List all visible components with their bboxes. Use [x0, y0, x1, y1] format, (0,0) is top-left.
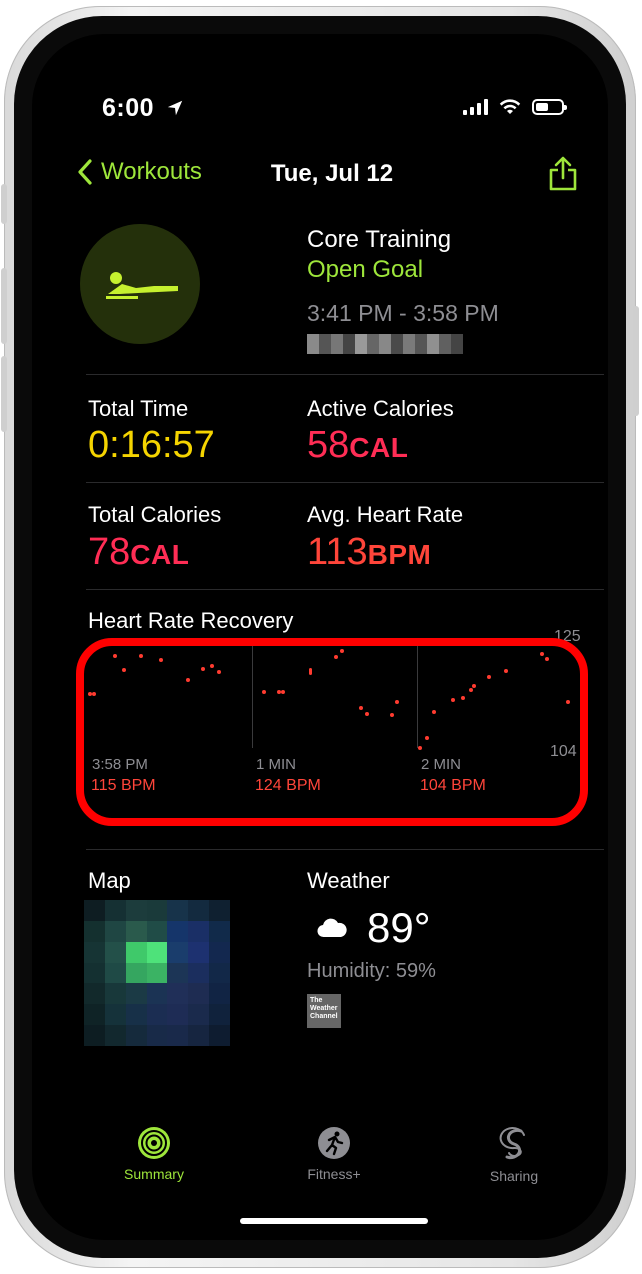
back-button-label: Workouts: [101, 158, 202, 185]
screen: 6:00 Workouts Tue, Jul 12 Core Training …: [32, 34, 608, 1240]
total-time-value: 0:16:57: [88, 424, 215, 466]
battery-level: [536, 103, 548, 111]
share-icon: [549, 156, 577, 191]
avg-heart-rate-number: 113: [307, 531, 368, 573]
redacted-location: [307, 334, 463, 354]
phone-frame: 6:00 Workouts Tue, Jul 12 Core Training …: [1, 6, 639, 1268]
cellular-signal-icon: [463, 99, 488, 115]
map-thumbnail[interactable]: [84, 900, 230, 1046]
location-arrow-icon: [167, 100, 182, 116]
avg-heart-rate-unit: BPM: [367, 539, 432, 570]
avg-heart-rate-value: 113BPM: [307, 531, 431, 574]
wifi-icon: [499, 99, 521, 114]
home-indicator[interactable]: [240, 1218, 428, 1224]
tab-sharing[interactable]: Sharing: [454, 1126, 574, 1184]
chevron-left-icon: [78, 159, 92, 185]
cloud-icon: [317, 918, 347, 938]
map-label: Map: [88, 868, 131, 893]
power-button: [633, 306, 639, 416]
active-calories-number: 58: [307, 424, 350, 466]
tab-fitness-plus[interactable]: Fitness+: [274, 1126, 394, 1182]
volume-up-button: [1, 268, 7, 344]
temperature: 89°: [367, 904, 431, 951]
workout-time-range: 3:41 PM - 3:58 PM: [307, 300, 499, 326]
activity-rings-icon: [138, 1127, 170, 1159]
tab-summary-label: Summary: [124, 1166, 184, 1182]
divider: [86, 374, 604, 375]
weather-channel-logo: The Weather Channel: [307, 994, 341, 1028]
divider: [86, 849, 604, 850]
active-calories-value: 58CAL: [307, 424, 408, 467]
divider: [86, 589, 604, 590]
status-icons: [463, 98, 567, 116]
total-calories-value: 78CAL: [88, 531, 189, 574]
runner-icon: [318, 1127, 350, 1159]
active-calories-label: Active Calories: [307, 396, 454, 421]
weather-label: Weather: [307, 868, 390, 893]
workout-goal: Open Goal: [307, 256, 424, 283]
page-title: Tue, Jul 12: [270, 160, 394, 187]
avg-heart-rate-label: Avg. Heart Rate: [307, 502, 464, 527]
status-time: 6:00: [102, 94, 184, 123]
workout-type-icon-badge: [80, 224, 200, 344]
workout-name: Core Training: [307, 226, 452, 253]
share-button[interactable]: [547, 156, 579, 197]
core-training-icon: [106, 272, 178, 299]
divider: [86, 482, 604, 483]
sharing-icon: [499, 1127, 525, 1159]
total-calories-label: Total Calories: [88, 502, 222, 527]
total-calories-number: 78: [88, 531, 131, 573]
back-button[interactable]: Workouts: [77, 158, 202, 186]
total-time-label: Total Time: [88, 396, 189, 421]
heart-rate-recovery-title: Heart Rate Recovery: [88, 608, 294, 633]
phone-bezel: 6:00 Workouts Tue, Jul 12 Core Training …: [14, 16, 626, 1258]
tab-sharing-label: Sharing: [489, 1168, 539, 1184]
active-calories-unit: CAL: [349, 432, 409, 463]
tab-summary[interactable]: Summary: [94, 1126, 214, 1182]
mute-switch: [1, 184, 7, 224]
battery-icon: [532, 99, 567, 115]
volume-down-button: [1, 356, 7, 432]
status-time-text: 6:00: [102, 94, 155, 122]
red-highlight-annotation: [76, 638, 588, 826]
weather-summary: 89°: [317, 904, 431, 952]
humidity: Humidity: 59%: [307, 960, 436, 982]
tab-fitness-plus-label: Fitness+: [307, 1166, 361, 1182]
total-calories-unit: CAL: [130, 539, 190, 570]
